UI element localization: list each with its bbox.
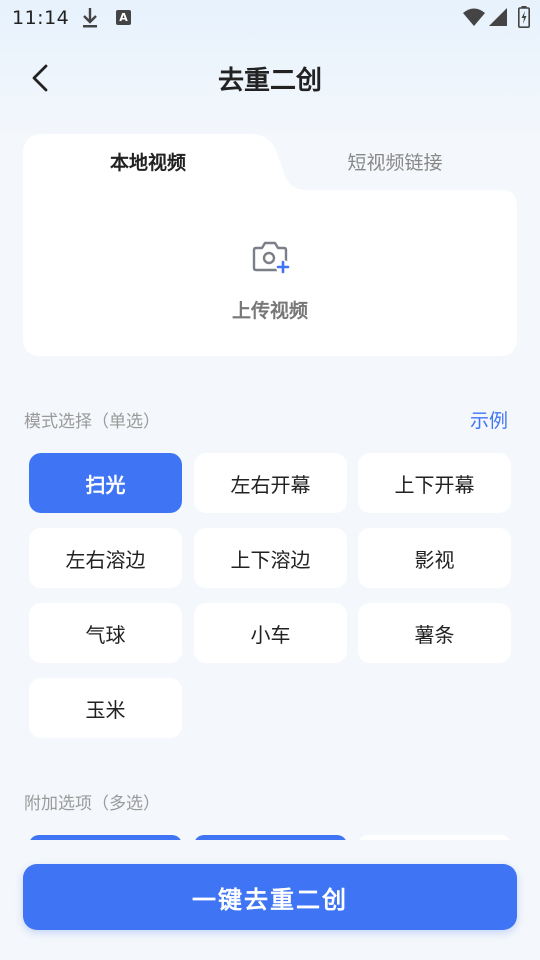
battery-icon	[518, 6, 530, 28]
mode-option-car[interactable]: 小车	[194, 603, 347, 663]
upload-card: 本地视频 短视频链接 上传视频	[23, 134, 517, 356]
mode-option-film[interactable]: 影视	[358, 528, 511, 588]
mode-option-lr-curtain[interactable]: 左右开幕	[194, 453, 347, 513]
mode-section-label: 模式选择（单选）	[24, 412, 160, 432]
mode-option-fries[interactable]: 薯条	[358, 603, 511, 663]
tab-local-video[interactable]: 本地视频	[23, 134, 273, 192]
download-icon	[83, 8, 97, 28]
mode-option-balloon[interactable]: 气球	[29, 603, 182, 663]
tab-short-video-link[interactable]: 短视频链接	[273, 134, 517, 192]
mode-option-ud-curtain[interactable]: 上下开幕	[358, 453, 511, 513]
upload-video-label: 上传视频	[231, 300, 308, 322]
mode-option-corn[interactable]: 玉米	[29, 678, 182, 738]
example-link[interactable]: 示例	[470, 406, 508, 433]
camera-add-icon	[252, 241, 290, 274]
status-time: 11:14	[12, 7, 70, 29]
mode-option-lr-dissolve[interactable]: 左右溶边	[29, 528, 182, 588]
page-title: 去重二创	[217, 66, 322, 96]
wifi-icon	[463, 8, 485, 26]
status-bar: 11:14 A	[0, 0, 540, 36]
cellular-signal-icon	[489, 8, 507, 26]
upload-video-area[interactable]: 上传视频	[23, 192, 517, 356]
accessibility-a-icon: A	[116, 10, 131, 25]
mode-option-ud-dissolve[interactable]: 上下溶边	[194, 528, 347, 588]
mode-option-scan-light[interactable]: 扫光	[29, 453, 182, 513]
one-click-remix-button[interactable]: 一键去重二创	[23, 864, 517, 930]
extras-section-label: 附加选项（多选）	[24, 794, 160, 814]
